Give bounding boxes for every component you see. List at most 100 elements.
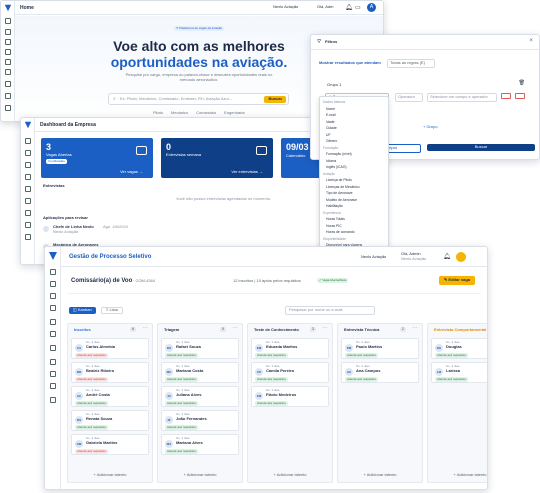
candidate-search-input[interactable]: Pesquisar por nome ou e-mail (285, 306, 375, 315)
logo-icon (24, 121, 32, 129)
chart-icon[interactable] (25, 222, 31, 228)
tag-piloto[interactable]: Piloto (153, 110, 163, 116)
remove-rule-button[interactable] (501, 93, 511, 99)
users-icon[interactable] (25, 162, 31, 168)
chart-icon[interactable] (50, 371, 56, 377)
chat-icon[interactable]: ▭ (355, 4, 361, 11)
candidate-card[interactable]: GM No. 3 dias Gabriela Martins Atende aos r… (71, 434, 149, 455)
settings-icon[interactable] (25, 234, 31, 240)
avatar[interactable] (456, 252, 466, 262)
users-icon[interactable] (5, 59, 11, 65)
column-menu-icon[interactable]: ⋯ (323, 325, 327, 331)
grid2-icon[interactable] (5, 105, 11, 111)
tag-engenharia[interactable]: Engenharia (224, 110, 244, 116)
candidate-card[interactable]: CP No. 3 dias Camila Pereira Atende aos req… (251, 362, 329, 383)
candidate-card[interactable]: MA No. 3 dias Mariana Alves Atende aos requ… (161, 434, 239, 455)
add-group-button[interactable]: + Grupo (423, 124, 438, 130)
grid-icon[interactable] (50, 281, 56, 287)
grid-icon[interactable] (5, 39, 11, 45)
tool-icon[interactable] (5, 69, 11, 75)
add-talent-button[interactable]: + Adicionar talento (248, 472, 332, 478)
column-title: Entrevista Técnica (344, 327, 380, 332)
candidate-card[interactable]: JF No. 3 dias João Fernandes Atende aos req… (161, 410, 239, 431)
search-button[interactable]: Buscar (427, 144, 535, 151)
stat-link[interactable]: Ver vagas → (120, 169, 143, 175)
building-icon[interactable] (50, 293, 56, 299)
home-icon[interactable] (5, 29, 11, 35)
candidate-name: Gabriela Martins (86, 440, 118, 445)
column-menu-icon[interactable]: ⋯ (143, 325, 147, 331)
search-bar: ⌕ Ex: Piloto, Mecânico, Comissário, Embr… (108, 93, 289, 105)
column-count: 2 (399, 326, 406, 332)
value-input[interactable]: Selecione um campo e operador (427, 93, 497, 102)
tool-icon[interactable] (50, 319, 56, 325)
search-button[interactable]: Buscar (264, 96, 286, 103)
users-icon[interactable] (50, 305, 56, 311)
view-list-tab[interactable]: ≡ Lista (101, 307, 123, 314)
location-select[interactable]: Nexlo Aviação (273, 4, 298, 10)
view-kanban-tab[interactable]: ◫ Kanban (69, 307, 96, 314)
add-talent-button[interactable]: + Adicionar talento (158, 472, 242, 478)
grid-icon[interactable] (25, 150, 31, 156)
home-icon[interactable] (25, 138, 31, 144)
calendar-icon[interactable] (50, 345, 56, 351)
add-talent-button[interactable]: + Adicionar talento (428, 472, 487, 478)
tool-icon[interactable] (25, 186, 31, 192)
candidate-name: Paulo Martins (356, 344, 383, 349)
plane-icon[interactable] (25, 174, 31, 180)
candidate-card[interactable]: BR No. 3 dias Beatriz Ribeiro Atende aos re… (71, 362, 149, 383)
settings-icon[interactable] (50, 397, 56, 403)
tag-mecanico[interactable]: Mecânico (171, 110, 188, 116)
candidate-name: Ana Campos (356, 368, 381, 373)
stat-card-vagas[interactable]: 3 Vagas Abertas 3 publicadas Ver vagas → (41, 138, 153, 178)
stat-link[interactable]: Ver entrevistas → (231, 169, 263, 175)
trash-icon[interactable]: 🗑︎ (519, 80, 525, 86)
candidate-name: Larissa (446, 368, 461, 373)
plane-icon[interactable] (50, 359, 56, 365)
remove-rule-button-2[interactable] (515, 93, 525, 99)
add-talent-button[interactable]: + Adicionar talento (68, 472, 152, 478)
list-icon[interactable] (5, 81, 11, 87)
list-icon[interactable] (50, 331, 56, 337)
candidate-card[interactable]: FM No. 3 dias Flávio Medeiros Atende aos re… (251, 386, 329, 407)
location-select[interactable]: Nexlo Aviação (361, 254, 386, 260)
docs-icon[interactable] (50, 383, 56, 389)
stat-card-entrevistas[interactable]: 0 Entrevistas semana Ver entrevistas → (161, 138, 273, 178)
candidate-card[interactable]: EM No. 3 dias Eduarda Martins Atende aos re… (251, 338, 329, 359)
briefcase-icon (136, 146, 147, 155)
plane-icon[interactable] (5, 93, 11, 99)
candidate-card[interactable]: LM No. 3 dias Larissa Atende aos requisitos (431, 362, 487, 383)
add-talent-button[interactable]: + Adicionar talento (338, 472, 422, 478)
menu-icon[interactable] (5, 18, 11, 24)
candidate-card[interactable]: RS No. 3 dias Rafael Souza Atende aos requi… (161, 338, 239, 359)
candidate-card[interactable]: AC No. 3 dias Ana Campos Atende aos requisi… (341, 362, 419, 383)
candidate-card[interactable]: PM No. 3 dias Paulo Martins Atende aos requ… (341, 338, 419, 359)
search-input[interactable]: Ex: Piloto, Mecânico, Comissário, Embrae… (120, 96, 232, 102)
candidate-card[interactable]: RS No. 3 dias Renata Souza Atende aos requi… (71, 410, 149, 431)
building-icon[interactable] (5, 49, 11, 55)
candidate-card[interactable]: AC No. 3 dias André Costa Atende aos requis… (71, 386, 149, 407)
home-icon[interactable] (50, 269, 56, 275)
operator-select[interactable]: Operador (395, 93, 423, 102)
candidate-name: Camila Pereira (266, 368, 294, 373)
banner-pill: ✈ Plataforma de vagas da aviação (173, 26, 225, 31)
avatar[interactable]: A (367, 3, 376, 12)
bell-icon[interactable]: 🔔︎ (345, 4, 353, 11)
bell-icon[interactable]: 🔔︎ (443, 253, 451, 260)
candidate-card[interactable]: CA No. 3 dias Carlos Almeida Atende aos req… (71, 338, 149, 359)
column-menu-icon[interactable]: ⋯ (413, 325, 417, 331)
application-row[interactable]: Chefe de Linha Nexlo Ago. 4/8/2024 Nexlo… (43, 224, 163, 238)
calendar-icon[interactable] (25, 210, 31, 216)
candidate-card[interactable]: MC No. 3 dias Mariana Costa Atende aos requ… (161, 362, 239, 383)
close-icon[interactable]: × (529, 38, 533, 44)
column-menu-icon[interactable]: ⋯ (233, 325, 237, 331)
edit-job-button[interactable]: ✎ Editar vaga (438, 276, 475, 285)
candidate-card[interactable]: DG No. 3 dias Douglas Atende aos requisitos (431, 338, 487, 359)
column-title: Entrevista Comportamental (434, 327, 487, 332)
match-select[interactable]: Todas as regras (E) (387, 59, 435, 68)
list-icon[interactable] (25, 198, 31, 204)
candidate-card[interactable]: JA No. 3 dias Juliana Alves Atende aos requ… (161, 386, 239, 407)
candidate-avatar: DG (435, 344, 443, 352)
tag-comissario[interactable]: Comissário (196, 110, 216, 116)
requirement-badge: Atende aos requisitos (75, 353, 108, 358)
